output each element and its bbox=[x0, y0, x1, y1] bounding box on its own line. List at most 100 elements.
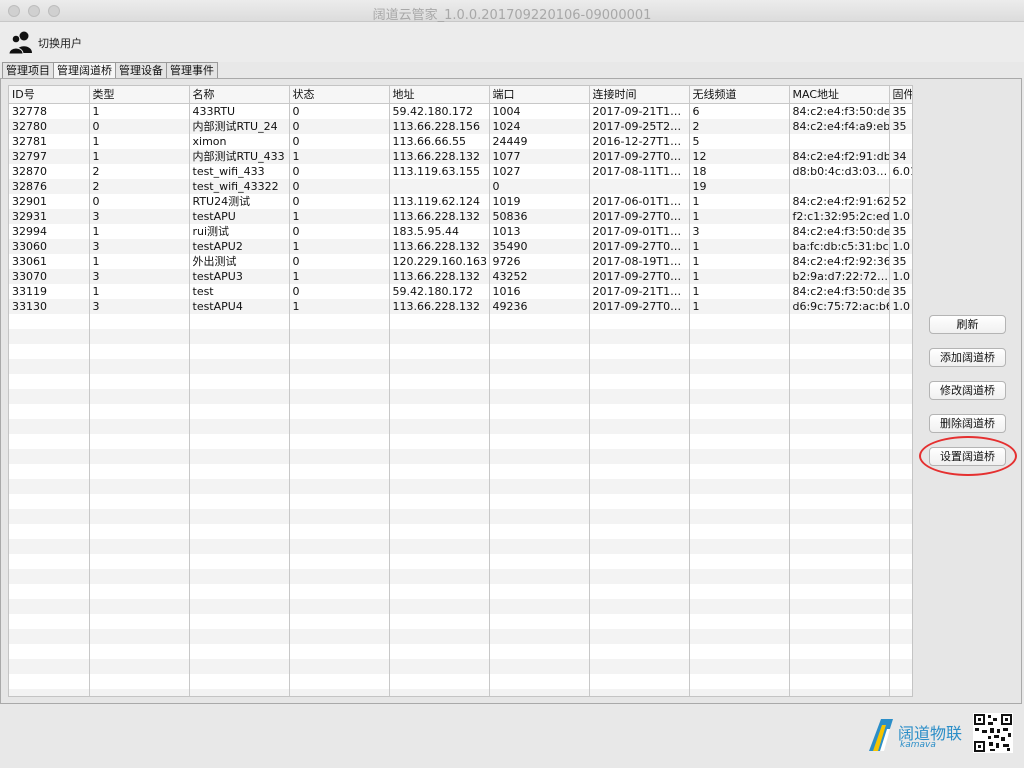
empty-cell bbox=[589, 583, 690, 599]
empty-cell bbox=[889, 463, 912, 479]
empty-cell bbox=[9, 508, 90, 524]
empty-cell bbox=[689, 493, 790, 509]
empty-cell bbox=[289, 448, 390, 464]
empty-cell bbox=[289, 508, 390, 524]
tab-manage-devices[interactable]: 管理设备 bbox=[115, 62, 167, 79]
table-cell-status: 0 bbox=[289, 178, 390, 194]
table-row[interactable]: 33060 3 testAPU2 1 113.66.228.132 35490 2017-0… bbox=[9, 238, 912, 254]
table-cell-name: testAPU2 bbox=[189, 238, 290, 254]
empty-cell bbox=[289, 568, 390, 584]
column-header-wireless-channel[interactable]: 无线频道 bbox=[689, 86, 790, 104]
table-cell-firmware: 1.0 bbox=[889, 238, 912, 254]
table-row[interactable]: 32780 0 内部测试RTU_24 0 113.66.228.156 1024 2017-… bbox=[9, 118, 912, 134]
empty-row bbox=[9, 508, 912, 524]
table-row[interactable]: 32778 1 433RTU 0 59.42.180.172 1004 2017-09-21… bbox=[9, 103, 912, 119]
table-header-row: ID号 类型 名称 状态 地址 端口 连接时间 无线频道 MAC地址 固件 bbox=[9, 86, 912, 104]
empty-cell bbox=[789, 328, 890, 344]
configure-bridge-button[interactable]: 设置阔道桥 bbox=[929, 447, 1006, 466]
column-header-connect-time[interactable]: 连接时间 bbox=[589, 86, 690, 104]
table-cell-address: 113.119.62.124 bbox=[389, 193, 490, 209]
table-cell-type: 1 bbox=[89, 223, 190, 239]
empty-cell bbox=[189, 568, 290, 584]
table-row[interactable]: 32876 2 test_wifi_43322 0 0 19 bbox=[9, 178, 912, 194]
empty-cell bbox=[589, 358, 690, 374]
table-row[interactable]: 32994 1 rui测试 0 183.5.95.44 1013 2017-09-01T1…… bbox=[9, 223, 912, 239]
table-row[interactable]: 33119 1 test 0 59.42.180.172 1016 2017-09-21T1… bbox=[9, 283, 912, 299]
empty-cell bbox=[189, 463, 290, 479]
empty-cell bbox=[489, 688, 590, 696]
table-cell-port: 1077 bbox=[489, 148, 590, 164]
empty-cell bbox=[689, 508, 790, 524]
table-cell-port: 43252 bbox=[489, 268, 590, 284]
empty-cell bbox=[489, 463, 590, 479]
table-row[interactable]: 32901 0 RTU24测试 0 113.119.62.124 1019 2017-06-… bbox=[9, 193, 912, 209]
column-header-firmware[interactable]: 固件 bbox=[889, 86, 912, 104]
empty-cell bbox=[589, 508, 690, 524]
table-row[interactable]: 32797 1 内部测试RTU_433 1 113.66.228.132 1077 2017… bbox=[9, 148, 912, 164]
column-header-type[interactable]: 类型 bbox=[89, 86, 190, 104]
empty-cell bbox=[689, 538, 790, 554]
table-row[interactable]: 32870 2 test_wifi_433 0 113.119.63.155 1027 20… bbox=[9, 163, 912, 179]
empty-row bbox=[9, 328, 912, 344]
empty-cell bbox=[489, 358, 590, 374]
table-cell-firmware bbox=[889, 133, 912, 149]
empty-cell bbox=[889, 328, 912, 344]
empty-cell bbox=[489, 628, 590, 644]
empty-cell bbox=[189, 328, 290, 344]
table-row[interactable]: 32931 3 testAPU 1 113.66.228.132 50836 2017-09… bbox=[9, 208, 912, 224]
column-header-name[interactable]: 名称 bbox=[189, 86, 290, 104]
table-cell-firmware: 35 bbox=[889, 103, 912, 119]
empty-row bbox=[9, 403, 912, 419]
empty-cell bbox=[889, 508, 912, 524]
column-header-id[interactable]: ID号 bbox=[9, 86, 90, 104]
empty-cell bbox=[89, 328, 190, 344]
table-cell-name: ximon bbox=[189, 133, 290, 149]
tab-manage-bridges[interactable]: 管理阔道桥 bbox=[53, 62, 116, 79]
empty-row bbox=[9, 388, 912, 404]
table-row[interactable]: 32781 1 ximon 0 113.66.66.55 24449 2016-12-27T… bbox=[9, 133, 912, 149]
empty-cell bbox=[489, 658, 590, 674]
table-cell-type: 0 bbox=[89, 118, 190, 134]
table-cell-status: 0 bbox=[289, 103, 390, 119]
empty-cell bbox=[389, 643, 490, 659]
column-header-mac[interactable]: MAC地址 bbox=[789, 86, 890, 104]
empty-cell bbox=[589, 373, 690, 389]
delete-bridge-button[interactable]: 删除阔道桥 bbox=[929, 414, 1006, 433]
empty-cell bbox=[889, 553, 912, 569]
add-bridge-button[interactable]: 添加阔道桥 bbox=[929, 348, 1006, 367]
empty-row bbox=[9, 493, 912, 509]
table-row[interactable]: 33130 3 testAPU4 1 113.66.228.132 49236 2017-0… bbox=[9, 298, 912, 314]
empty-cell bbox=[89, 313, 190, 329]
brand-name-en: kamava bbox=[900, 740, 936, 750]
tab-manage-events[interactable]: 管理事件 bbox=[166, 62, 218, 79]
empty-cell bbox=[489, 493, 590, 509]
table-cell-name: testAPU3 bbox=[189, 268, 290, 284]
table-cell-name: testAPU4 bbox=[189, 298, 290, 314]
table-cell-id: 33070 bbox=[9, 268, 90, 284]
table-row[interactable]: 33061 1 外出测试 0 120.229.160.163 9726 2017-08-19… bbox=[9, 253, 912, 269]
column-header-status[interactable]: 状态 bbox=[289, 86, 390, 104]
column-header-address[interactable]: 地址 bbox=[389, 86, 490, 104]
empty-cell bbox=[689, 328, 790, 344]
users-icon[interactable] bbox=[8, 29, 34, 55]
empty-cell bbox=[789, 613, 890, 629]
tab-manage-projects[interactable]: 管理项目 bbox=[2, 62, 54, 79]
empty-cell bbox=[189, 688, 290, 696]
empty-cell bbox=[589, 613, 690, 629]
column-header-port[interactable]: 端口 bbox=[489, 86, 590, 104]
empty-cell bbox=[589, 433, 690, 449]
table-row[interactable]: 33070 3 testAPU3 1 113.66.228.132 43252 2017-0… bbox=[9, 268, 912, 284]
table-cell-wireless-channel: 19 bbox=[689, 178, 790, 194]
empty-cell bbox=[189, 358, 290, 374]
bridge-table[interactable]: ID号 类型 名称 状态 地址 端口 连接时间 无线频道 MAC地址 固件 32778 1 433RT… bbox=[8, 85, 913, 697]
refresh-button[interactable]: 刷新 bbox=[929, 315, 1006, 334]
empty-cell bbox=[289, 523, 390, 539]
table-cell-name: testAPU bbox=[189, 208, 290, 224]
empty-cell bbox=[189, 373, 290, 389]
empty-cell bbox=[189, 643, 290, 659]
empty-row bbox=[9, 418, 912, 434]
edit-bridge-button[interactable]: 修改阔道桥 bbox=[929, 381, 1006, 400]
empty-cell bbox=[389, 523, 490, 539]
switch-user-link[interactable]: 切换用户 bbox=[38, 35, 82, 51]
table-cell-mac: b2:9a:d7:22:72… bbox=[789, 268, 890, 284]
